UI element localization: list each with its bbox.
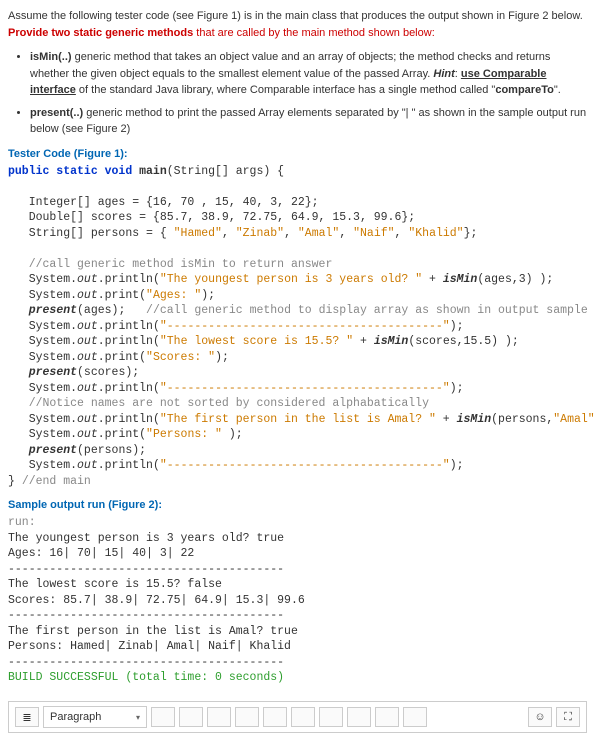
toolbar-button[interactable] — [319, 707, 343, 727]
toolbar-button[interactable] — [179, 707, 203, 727]
code-block: public static void main(String[] args) {… — [8, 164, 587, 490]
menu-icon[interactable]: ≣ — [15, 707, 39, 727]
figure1-title: Tester Code (Figure 1): — [8, 148, 587, 160]
chevron-down-icon: ▾ — [136, 713, 140, 722]
toolbar-button[interactable] — [347, 707, 371, 727]
toolbar-button[interactable] — [375, 707, 399, 727]
paragraph-label: Paragraph — [50, 711, 101, 723]
toolbar-button[interactable] — [235, 707, 259, 727]
figure2-title: Sample output run (Figure 2): — [8, 499, 587, 511]
emoji-icon[interactable]: ☺ — [528, 707, 552, 727]
toolbar-button[interactable] — [403, 707, 427, 727]
paragraph-select[interactable]: Paragraph ▾ — [43, 706, 147, 728]
toolbar-button[interactable] — [263, 707, 287, 727]
editor-toolbar: ≣ Paragraph ▾ ☺ ⛶ — [8, 701, 587, 733]
toolbar-button[interactable] — [291, 707, 315, 727]
output-block: run: The youngest person is 3 years old?… — [8, 515, 587, 686]
bullet-ismin: isMin(..) generic method that takes an o… — [30, 49, 587, 99]
expand-icon[interactable]: ⛶ — [556, 707, 580, 727]
toolbar-button[interactable] — [207, 707, 231, 727]
bullet-list: isMin(..) generic method that takes an o… — [8, 49, 587, 138]
toolbar-button[interactable] — [151, 707, 175, 727]
intro-text: Assume the following tester code (see Fi… — [8, 8, 587, 41]
bullet-present: present(..) generic method to print the … — [30, 105, 587, 138]
